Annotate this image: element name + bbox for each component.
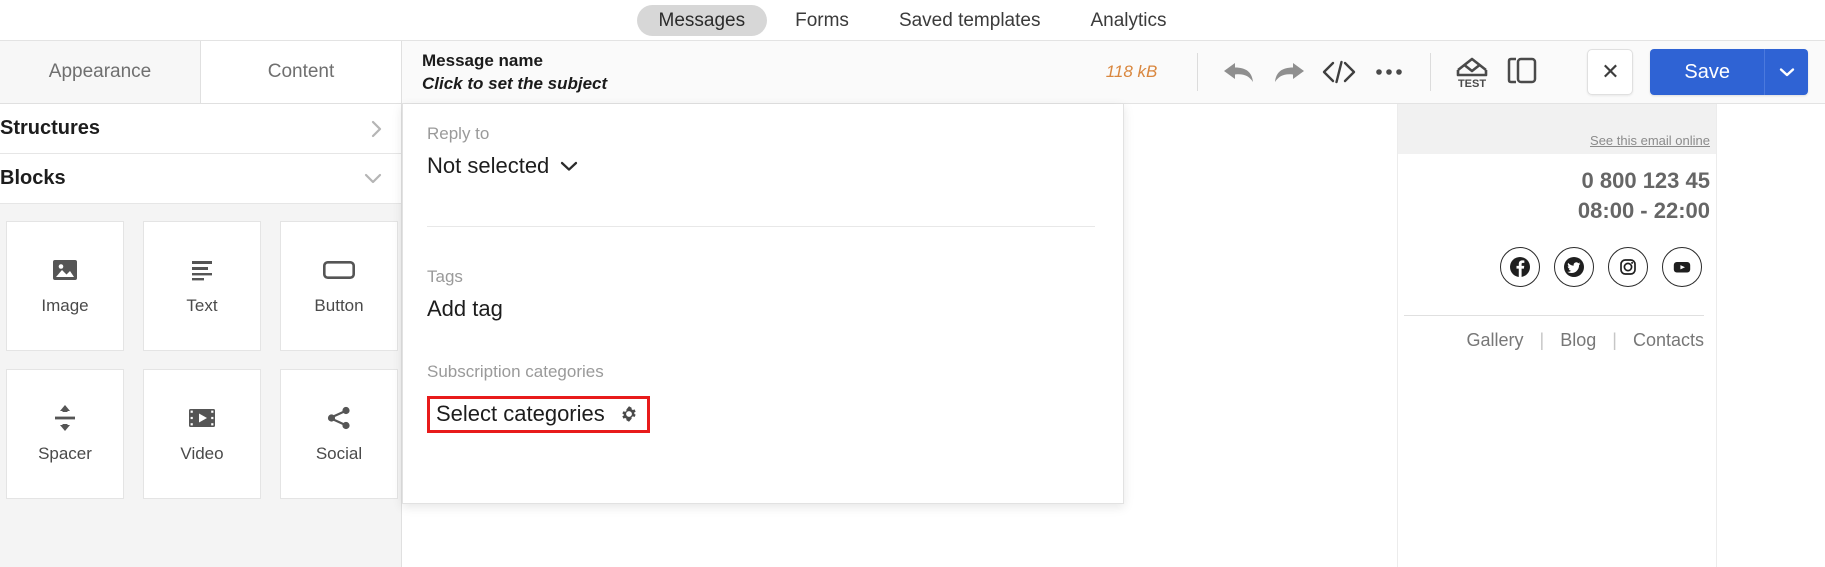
left-sidebar: Appearance Content Structures Blocks Ima…: [0, 41, 402, 567]
message-title-group[interactable]: Message name Click to set the subject: [422, 51, 722, 94]
see-email-online-link[interactable]: See this email online: [1590, 133, 1710, 148]
select-categories-button[interactable]: Select categories: [427, 396, 650, 433]
message-name[interactable]: Message name: [422, 51, 722, 71]
add-tag-input[interactable]: Add tag: [427, 296, 1095, 322]
block-label: Spacer: [38, 444, 92, 463]
block-label: Button: [314, 296, 364, 315]
email-phone: 0 800 123 45: [1581, 168, 1710, 193]
editor-toolbar: Message name Click to set the subject 11…: [402, 41, 1825, 104]
block-label: Image: [41, 296, 89, 315]
tags-label: Tags: [427, 267, 463, 286]
undo-icon[interactable]: [1214, 50, 1264, 94]
sidebar-section-blocks[interactable]: Blocks: [0, 154, 401, 204]
message-size-badge: 118 kB: [1105, 62, 1158, 81]
close-button[interactable]: ✕: [1587, 49, 1634, 95]
svg-text:TEST: TEST: [1458, 78, 1486, 90]
gear-icon[interactable]: [619, 404, 639, 424]
block-text[interactable]: Text: [143, 221, 261, 351]
blocks-palette: Image Text Button Spacer Video Social: [0, 204, 401, 567]
sidebar-section-structures[interactable]: Structures: [0, 104, 401, 154]
editor-column: Message name Click to set the subject 11…: [402, 41, 1825, 567]
video-icon: [188, 404, 216, 432]
chevron-down-icon: [363, 172, 383, 185]
save-dropdown-toggle[interactable]: [1764, 49, 1808, 95]
section-title-structures: Structures: [0, 117, 101, 139]
chevron-down-icon: [559, 160, 579, 173]
popover-divider: [427, 226, 1095, 227]
blocks-grid: Image Text Button Spacer Video Social: [0, 221, 401, 499]
test-email-icon[interactable]: TEST: [1447, 50, 1497, 94]
nav-divider: |: [1612, 330, 1617, 351]
toolbar-icon-group: [1214, 50, 1414, 94]
section-title-blocks: Blocks: [0, 167, 66, 189]
tab-appearance[interactable]: Appearance: [0, 41, 201, 103]
facebook-icon[interactable]: [1500, 247, 1540, 288]
main-row: Appearance Content Structures Blocks Ima…: [0, 41, 1825, 567]
reply-to-value: Not selected: [427, 153, 550, 178]
email-document: See this email online 0 800 123 45 08:00…: [1397, 104, 1717, 567]
reply-to-field: Reply to Not selected: [427, 124, 1095, 179]
button-icon: [323, 256, 355, 284]
email-nav-gallery[interactable]: Gallery: [1467, 330, 1524, 351]
message-settings-popover: Reply to Not selected Tags Add tag Subsc…: [402, 104, 1124, 504]
select-categories-value: Select categories: [436, 401, 605, 426]
email-body: 0 800 123 45 08:00 - 22:00 Gallery | Blo…: [1398, 154, 1716, 351]
email-social-row: [1398, 225, 1710, 288]
email-editor-app: Messages Forms Saved templates Analytics…: [0, 0, 1825, 567]
save-button-group: Save: [1650, 49, 1808, 95]
email-nav-blog[interactable]: Blog: [1560, 330, 1596, 351]
block-label: Text: [186, 296, 218, 315]
sidebar-tabs: Appearance Content: [0, 41, 401, 104]
block-spacer[interactable]: Spacer: [6, 369, 124, 499]
block-image[interactable]: Image: [6, 221, 124, 351]
nav-tab-messages[interactable]: Messages: [636, 4, 768, 36]
subscription-categories-field: Subscription categories Select categorie…: [427, 362, 1095, 433]
nav-tab-analytics[interactable]: Analytics: [1068, 5, 1188, 36]
share-icon: [326, 404, 352, 432]
duplicate-icon[interactable]: [1497, 50, 1547, 94]
block-button[interactable]: Button: [280, 221, 398, 351]
text-lines-icon: [190, 256, 214, 284]
twitter-icon[interactable]: [1554, 247, 1594, 288]
save-button[interactable]: Save: [1650, 49, 1764, 95]
nav-divider: |: [1539, 330, 1545, 351]
toolbar-divider: [1197, 53, 1199, 91]
email-preheader: See this email online: [1398, 104, 1716, 154]
youtube-icon[interactable]: [1662, 247, 1702, 288]
top-navigation: Messages Forms Saved templates Analytics: [0, 0, 1825, 41]
email-hours: 08:00 - 22:00: [1577, 197, 1710, 223]
reply-to-select[interactable]: Not selected: [427, 153, 1095, 179]
subscription-categories-label: Subscription categories: [427, 362, 604, 381]
more-icon[interactable]: [1364, 50, 1414, 94]
block-social[interactable]: Social: [280, 369, 398, 499]
code-icon[interactable]: [1314, 50, 1364, 94]
redo-icon[interactable]: [1264, 50, 1314, 94]
spacer-icon: [53, 404, 77, 432]
toolbar-icon-group-2: TEST: [1447, 50, 1547, 94]
nav-tab-saved-templates[interactable]: Saved templates: [877, 5, 1063, 36]
email-nav-contacts[interactable]: Contacts: [1633, 330, 1704, 351]
message-subject-placeholder[interactable]: Click to set the subject: [422, 74, 722, 94]
block-label: Social: [315, 444, 363, 463]
block-label: Video: [180, 444, 224, 463]
tags-field: Tags Add tag: [427, 267, 1095, 322]
preview-right-gutter: [1717, 104, 1825, 567]
tags-value: Add tag: [427, 296, 503, 321]
tab-content[interactable]: Content: [201, 41, 401, 103]
chevron-right-icon: [370, 119, 383, 139]
block-video[interactable]: Video: [143, 369, 261, 499]
image-icon: [52, 256, 78, 284]
toolbar-actions: ✕ Save: [1587, 49, 1825, 95]
instagram-icon[interactable]: [1608, 247, 1648, 288]
email-footer-nav: Gallery | Blog | Contacts: [1398, 316, 1710, 351]
toolbar-divider-2: [1430, 53, 1432, 91]
nav-tab-forms[interactable]: Forms: [773, 5, 871, 36]
reply-to-label: Reply to: [427, 124, 490, 143]
